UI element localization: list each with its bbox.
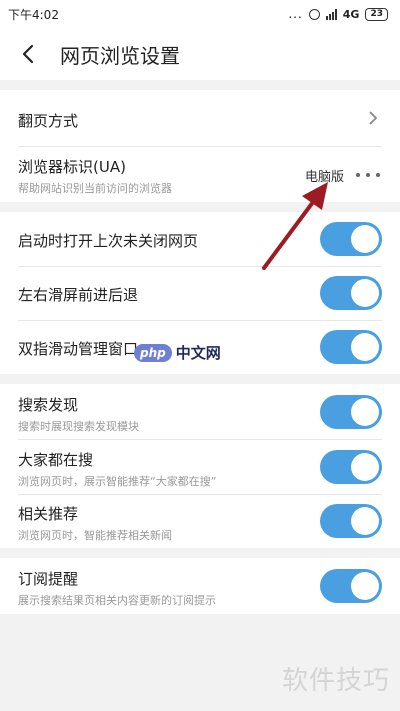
section-page-ua: 翻页方式 浏览器标识(UA) 帮助网站识别当前访问的浏览器 电脑版 bbox=[0, 90, 400, 202]
two-finger-label: 双指滑动管理窗口 bbox=[18, 340, 139, 358]
nav-bar: 网页浏览设置 bbox=[0, 28, 400, 80]
ua-subtitle: 帮助网站识别当前访问的浏览器 bbox=[18, 182, 172, 195]
trending-label: 大家都在搜 bbox=[18, 451, 94, 469]
list-item[interactable]: 相关推荐 浏览网页时，智能推荐相关新闻 bbox=[0, 495, 400, 548]
search-discovery-subtitle: 搜索时展现搜索发现模块 bbox=[18, 420, 139, 433]
section-subscription: 订阅提醒 展示搜索结果页相关内容更新的订阅提示 bbox=[0, 558, 400, 614]
status-icons: ... 4G 23 bbox=[288, 7, 388, 21]
swipe-nav-toggle[interactable] bbox=[320, 276, 382, 310]
swipe-nav-label: 左右滑屏前进后退 bbox=[18, 286, 139, 304]
list-item[interactable]: 左右滑屏前进后退 bbox=[0, 267, 400, 320]
ua-label: 浏览器标识(UA) bbox=[18, 158, 126, 176]
signal-icon bbox=[325, 8, 337, 20]
toggle-knob bbox=[351, 398, 379, 426]
ua-value: 电脑版 bbox=[304, 170, 344, 185]
page-flip-row[interactable]: 翻页方式 bbox=[0, 90, 400, 146]
page-flip-label: 翻页方式 bbox=[18, 112, 79, 130]
battery-icon: 23 bbox=[365, 7, 388, 21]
related-subtitle: 浏览网页时，智能推荐相关新闻 bbox=[18, 529, 172, 542]
more-dots-icon[interactable] bbox=[356, 172, 380, 178]
status-time: 下午4:02 bbox=[8, 7, 59, 22]
search-discovery-label: 搜索发现 bbox=[18, 396, 79, 414]
page-title: 网页浏览设置 bbox=[60, 43, 180, 68]
status-dots: ... bbox=[288, 7, 303, 21]
battery-level: 23 bbox=[370, 8, 383, 19]
toggle-knob bbox=[351, 333, 379, 361]
chevron-right-icon bbox=[369, 111, 378, 125]
restore-tabs-label: 启动时打开上次未关闭网页 bbox=[18, 232, 199, 250]
list-item[interactable]: 订阅提醒 展示搜索结果页相关内容更新的订阅提示 bbox=[0, 558, 400, 614]
trending-toggle[interactable] bbox=[320, 450, 382, 484]
related-label: 相关推荐 bbox=[18, 505, 79, 523]
toggle-knob bbox=[351, 453, 379, 481]
two-finger-toggle[interactable] bbox=[320, 330, 382, 364]
restore-tabs-toggle[interactable] bbox=[320, 222, 382, 256]
list-item[interactable]: 大家都在搜 浏览网页时，展示智能推荐“大家都在搜” bbox=[0, 440, 400, 494]
subscription-toggle[interactable] bbox=[320, 569, 382, 603]
related-toggle[interactable] bbox=[320, 504, 382, 538]
ua-row[interactable]: 浏览器标识(UA) 帮助网站识别当前访问的浏览器 电脑版 bbox=[0, 147, 400, 202]
subscription-label: 订阅提醒 bbox=[18, 570, 79, 588]
status-bar: 下午4:02 ... 4G 23 bbox=[0, 0, 400, 28]
back-chevron-icon[interactable] bbox=[8, 28, 48, 80]
trending-subtitle: 浏览网页时，展示智能推荐“大家都在搜” bbox=[18, 475, 217, 488]
list-item[interactable]: 启动时打开上次未关闭网页 bbox=[0, 212, 400, 266]
subscription-subtitle: 展示搜索结果页相关内容更新的订阅提示 bbox=[18, 594, 216, 607]
list-item[interactable]: 搜索发现 搜索时展现搜索发现模块 bbox=[0, 384, 400, 438]
toggle-knob bbox=[351, 279, 379, 307]
watermark: php 中文网 bbox=[134, 342, 221, 363]
toggle-knob bbox=[351, 507, 379, 535]
search-discovery-toggle[interactable] bbox=[320, 395, 382, 429]
alarm-icon bbox=[308, 8, 320, 20]
php-logo: php bbox=[134, 343, 172, 362]
toggle-knob bbox=[351, 572, 379, 600]
toggle-knob bbox=[351, 225, 379, 253]
php-logo-text: 中文网 bbox=[175, 344, 221, 362]
corner-watermark: 软件技巧 bbox=[282, 666, 391, 696]
section-search: 搜索发现 搜索时展现搜索发现模块 大家都在搜 浏览网页时，展示智能推荐“大家都在… bbox=[0, 384, 400, 548]
network-type: 4G bbox=[342, 7, 360, 21]
